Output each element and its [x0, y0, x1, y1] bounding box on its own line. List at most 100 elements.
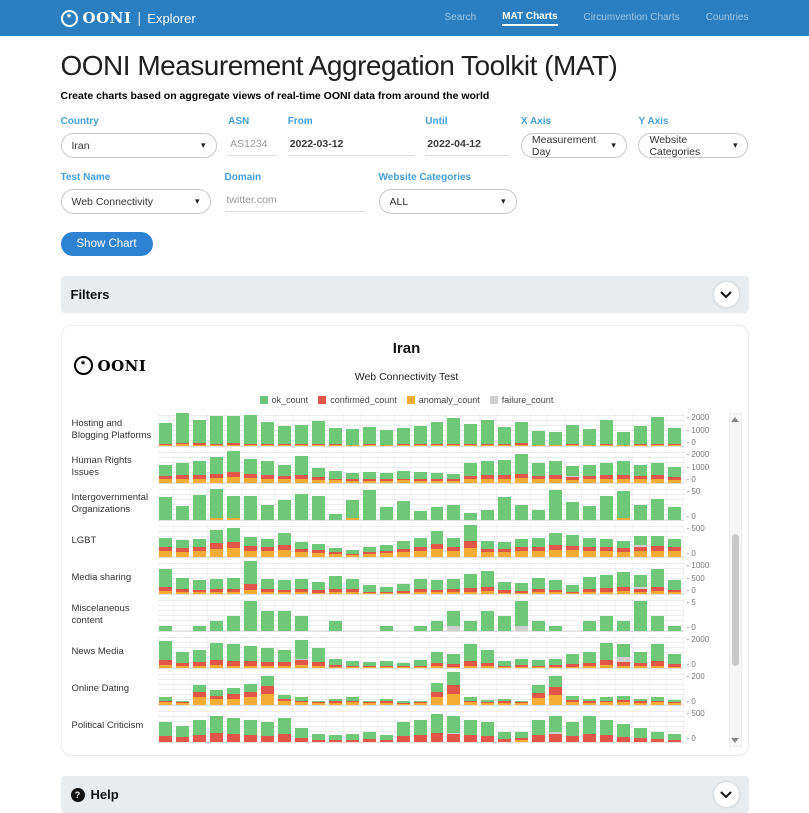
- stacked-bar[interactable]: [227, 672, 240, 705]
- stacked-bar[interactable]: [397, 598, 410, 631]
- stacked-bar[interactable]: [159, 598, 172, 631]
- stacked-bar[interactable]: [634, 561, 647, 594]
- stacked-bar[interactable]: [397, 524, 410, 557]
- stacked-bar[interactable]: [244, 561, 257, 594]
- stacked-bar[interactable]: [278, 709, 291, 742]
- stacked-bar[interactable]: [227, 487, 240, 520]
- stacked-bar[interactable]: [515, 450, 528, 483]
- stacked-bar[interactable]: [532, 524, 545, 557]
- stacked-bar[interactable]: [583, 487, 596, 520]
- stacked-bar[interactable]: [668, 709, 681, 742]
- stacked-bar[interactable]: [346, 635, 359, 668]
- stacked-bar[interactable]: [634, 450, 647, 483]
- stacked-bar[interactable]: [278, 598, 291, 631]
- stacked-bar[interactable]: [363, 598, 376, 631]
- stacked-bar[interactable]: [278, 487, 291, 520]
- stacked-bar[interactable]: [634, 413, 647, 446]
- stacked-bar[interactable]: [431, 635, 444, 668]
- stacked-bar[interactable]: [278, 635, 291, 668]
- stacked-bar[interactable]: [447, 672, 460, 705]
- stacked-bar[interactable]: [227, 635, 240, 668]
- stacked-bar[interactable]: [261, 672, 274, 705]
- stacked-bar[interactable]: [668, 672, 681, 705]
- stacked-bar[interactable]: [312, 709, 325, 742]
- stacked-bar[interactable]: [312, 450, 325, 483]
- stacked-bar[interactable]: [668, 450, 681, 483]
- stacked-bar[interactable]: [210, 709, 223, 742]
- stacked-bar[interactable]: [210, 561, 223, 594]
- stacked-bar[interactable]: [498, 635, 511, 668]
- stacked-bar[interactable]: [397, 672, 410, 705]
- stacked-bar[interactable]: [431, 672, 444, 705]
- stacked-bar[interactable]: [668, 598, 681, 631]
- stacked-bar[interactable]: [481, 635, 494, 668]
- stacked-bar[interactable]: [363, 635, 376, 668]
- stacked-bar[interactable]: [176, 635, 189, 668]
- stacked-bar[interactable]: [295, 450, 308, 483]
- stacked-bar[interactable]: [210, 487, 223, 520]
- stacked-bar[interactable]: [532, 598, 545, 631]
- stacked-bar[interactable]: [651, 413, 664, 446]
- stacked-bar[interactable]: [346, 672, 359, 705]
- stacked-bar[interactable]: [515, 709, 528, 742]
- stacked-bar[interactable]: [464, 709, 477, 742]
- stacked-bar[interactable]: [498, 561, 511, 594]
- stacked-bar[interactable]: [176, 450, 189, 483]
- stacked-bar[interactable]: [515, 635, 528, 668]
- nav-mat-charts[interactable]: MAT Charts: [502, 11, 557, 26]
- stacked-bar[interactable]: [210, 598, 223, 631]
- stacked-bar[interactable]: [176, 413, 189, 446]
- stacked-bar[interactable]: [481, 487, 494, 520]
- stacked-bar[interactable]: [651, 450, 664, 483]
- stacked-bar[interactable]: [278, 450, 291, 483]
- stacked-bar[interactable]: [159, 413, 172, 446]
- stacked-bar[interactable]: [159, 524, 172, 557]
- stacked-bar[interactable]: [515, 672, 528, 705]
- stacked-bar[interactable]: [566, 487, 579, 520]
- stacked-bar[interactable]: [244, 487, 257, 520]
- stacked-bar[interactable]: [227, 598, 240, 631]
- stacked-bar[interactable]: [617, 561, 630, 594]
- stacked-bar[interactable]: [600, 487, 613, 520]
- stacked-bar[interactable]: [651, 672, 664, 705]
- stacked-bar[interactable]: [668, 487, 681, 520]
- stacked-bar[interactable]: [600, 709, 613, 742]
- stacked-bar[interactable]: [515, 598, 528, 631]
- stacked-bar[interactable]: [431, 598, 444, 631]
- stacked-bar[interactable]: [244, 709, 257, 742]
- stacked-bar[interactable]: [617, 672, 630, 705]
- filters-bar[interactable]: Filters: [61, 276, 749, 313]
- stacked-bar[interactable]: [380, 635, 393, 668]
- test-name-select[interactable]: Web Connectivity ▾: [61, 189, 211, 214]
- help-collapse-button[interactable]: [714, 782, 739, 807]
- stacked-bar[interactable]: [549, 487, 562, 520]
- stacked-bar[interactable]: [210, 672, 223, 705]
- stacked-bar[interactable]: [447, 709, 460, 742]
- stacked-bar[interactable]: [193, 709, 206, 742]
- scroll-up-icon[interactable]: [731, 417, 739, 422]
- scroll-down-icon[interactable]: [731, 738, 739, 743]
- stacked-bar[interactable]: [566, 598, 579, 631]
- stacked-bar[interactable]: [414, 635, 427, 668]
- stacked-bar[interactable]: [176, 524, 189, 557]
- stacked-bar[interactable]: [549, 561, 562, 594]
- stacked-bar[interactable]: [210, 450, 223, 483]
- stacked-bar[interactable]: [583, 672, 596, 705]
- stacked-bar[interactable]: [498, 709, 511, 742]
- stacked-bar[interactable]: [380, 561, 393, 594]
- stacked-bar[interactable]: [329, 672, 342, 705]
- stacked-bar[interactable]: [549, 635, 562, 668]
- stacked-bar[interactable]: [363, 561, 376, 594]
- stacked-bar[interactable]: [193, 413, 206, 446]
- x-axis-select[interactable]: Measurement Day ▾: [521, 133, 627, 158]
- until-date-input[interactable]: [425, 133, 509, 156]
- stacked-bar[interactable]: [244, 635, 257, 668]
- stacked-bar[interactable]: [227, 561, 240, 594]
- stacked-bar[interactable]: [566, 561, 579, 594]
- stacked-bar[interactable]: [363, 413, 376, 446]
- stacked-bar[interactable]: [363, 487, 376, 520]
- stacked-bar[interactable]: [278, 561, 291, 594]
- stacked-bar[interactable]: [617, 487, 630, 520]
- stacked-bar[interactable]: [329, 413, 342, 446]
- stacked-bar[interactable]: [329, 450, 342, 483]
